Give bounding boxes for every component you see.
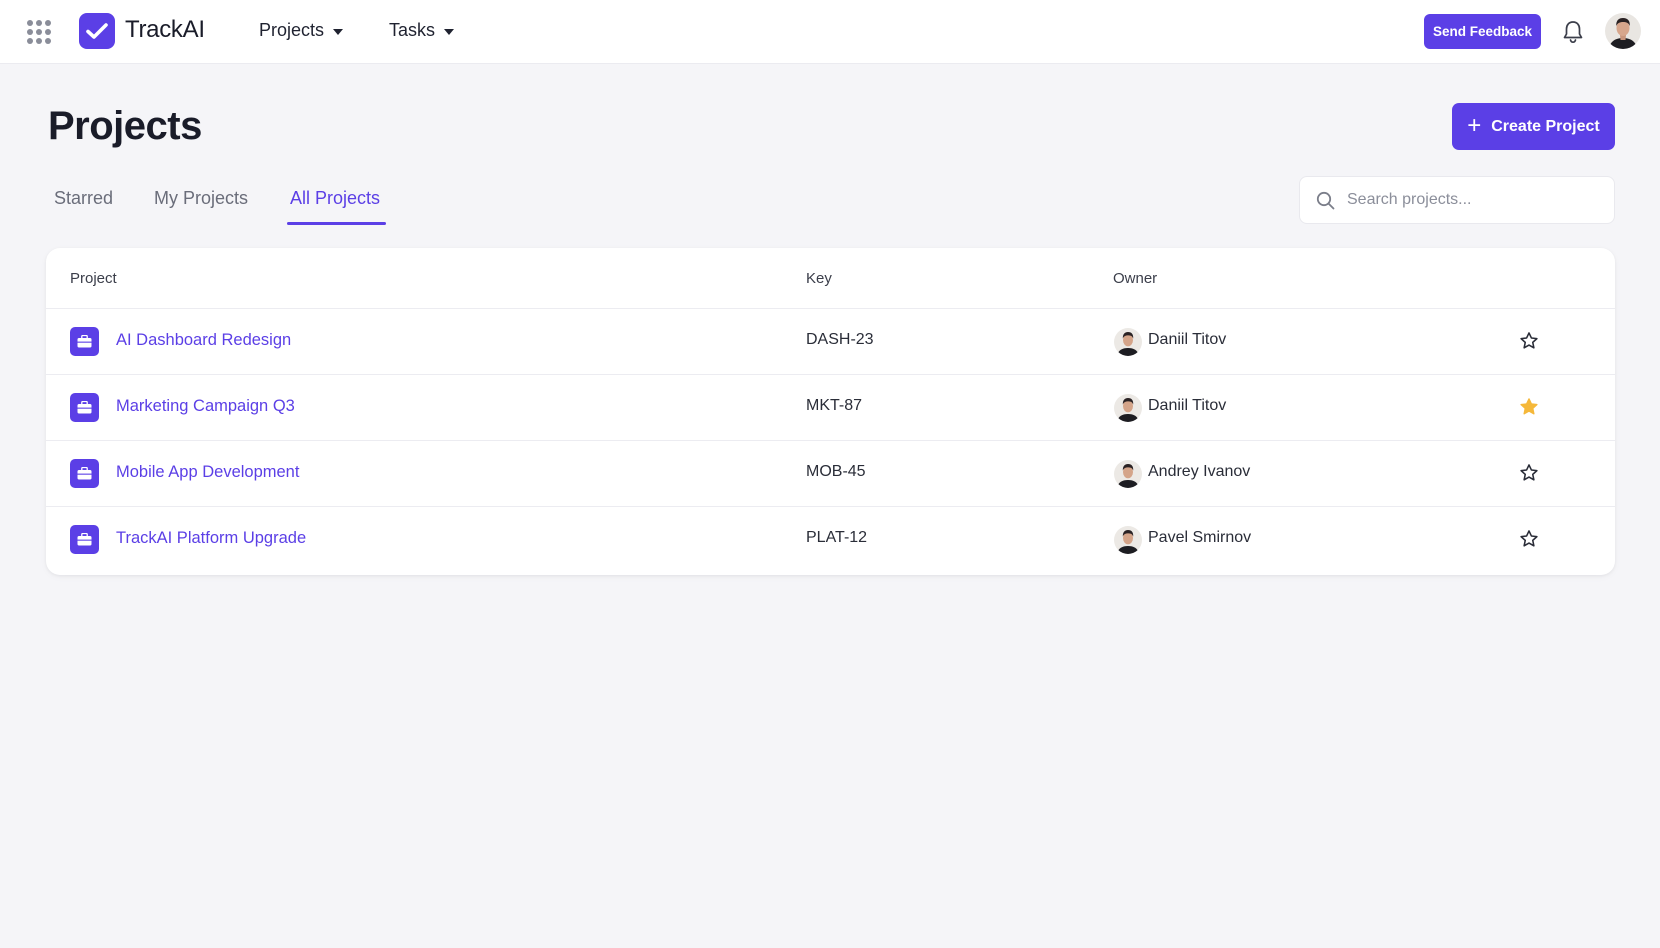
project-name-link[interactable]: Marketing Campaign Q3 bbox=[116, 397, 295, 416]
project-name-link[interactable]: AI Dashboard Redesign bbox=[116, 331, 291, 350]
project-key: MOB-45 bbox=[806, 463, 866, 480]
apps-grid-icon[interactable] bbox=[27, 20, 51, 44]
table-row[interactable]: Marketing Campaign Q3 MKT-87 Daniil Tito… bbox=[46, 375, 1615, 441]
star-icon[interactable] bbox=[1518, 528, 1540, 550]
tab-starred[interactable]: Starred bbox=[54, 188, 113, 209]
chevron-down-icon bbox=[333, 28, 344, 35]
star-icon[interactable] bbox=[1518, 462, 1540, 484]
column-header-owner: Owner bbox=[1113, 270, 1158, 287]
table-row[interactable]: TrackAI Platform Upgrade PLAT-12 Pavel S… bbox=[46, 507, 1615, 573]
table-row[interactable]: AI Dashboard Redesign DASH-23 Daniil Tit… bbox=[46, 309, 1615, 375]
send-feedback-button[interactable]: Send Feedback bbox=[1424, 14, 1541, 49]
column-header-project: Project bbox=[70, 270, 117, 287]
chevron-down-icon bbox=[444, 28, 455, 35]
owner-avatar bbox=[1114, 526, 1142, 554]
tab-all-projects[interactable]: All Projects bbox=[290, 188, 380, 209]
page-title: Projects bbox=[48, 104, 202, 148]
column-header-key: Key bbox=[806, 270, 832, 287]
search-box[interactable] bbox=[1299, 176, 1615, 224]
nav-tasks-label: Tasks bbox=[389, 20, 436, 40]
project-key: MKT-87 bbox=[806, 397, 863, 414]
owner-name: Daniil Titov bbox=[1148, 331, 1227, 348]
app-name: TrackAI bbox=[125, 16, 205, 43]
star-filled-icon[interactable] bbox=[1518, 396, 1540, 418]
briefcase-icon bbox=[70, 393, 99, 422]
tab-my-projects[interactable]: My Projects bbox=[154, 188, 248, 209]
nav-projects-dropdown[interactable]: Projects bbox=[259, 20, 344, 41]
create-project-button[interactable]: + Create Project bbox=[1452, 103, 1615, 150]
star-icon[interactable] bbox=[1518, 330, 1540, 352]
create-project-label: Create Project bbox=[1491, 117, 1600, 135]
owner-name: Pavel Smirnov bbox=[1148, 529, 1252, 546]
project-key: DASH-23 bbox=[806, 331, 874, 348]
project-name-link[interactable]: Mobile App Development bbox=[116, 463, 299, 482]
owner-avatar bbox=[1114, 328, 1142, 356]
briefcase-icon bbox=[70, 525, 99, 554]
checkmark-logo-icon[interactable] bbox=[79, 13, 115, 49]
active-tab-indicator bbox=[287, 222, 386, 225]
owner-avatar bbox=[1114, 460, 1142, 488]
briefcase-icon bbox=[70, 327, 99, 356]
project-key: PLAT-12 bbox=[806, 529, 868, 546]
owner-name: Daniil Titov bbox=[1148, 397, 1227, 414]
bell-icon[interactable] bbox=[1561, 19, 1585, 45]
table-row[interactable]: Mobile App Development MOB-45 Andrey Iva… bbox=[46, 441, 1615, 507]
user-avatar[interactable] bbox=[1605, 13, 1641, 49]
plus-icon: + bbox=[1467, 111, 1482, 139]
nav-tasks-dropdown[interactable]: Tasks bbox=[389, 20, 455, 41]
search-input[interactable] bbox=[1347, 191, 1597, 209]
briefcase-icon bbox=[70, 459, 99, 488]
top-navigation-bar: TrackAI Projects Tasks Send Feedback bbox=[0, 0, 1660, 64]
owner-name: Andrey Ivanov bbox=[1148, 463, 1251, 480]
nav-projects-label: Projects bbox=[259, 20, 325, 40]
owner-avatar bbox=[1114, 394, 1142, 422]
search-icon bbox=[1316, 191, 1335, 209]
project-name-link[interactable]: TrackAI Platform Upgrade bbox=[116, 529, 306, 548]
